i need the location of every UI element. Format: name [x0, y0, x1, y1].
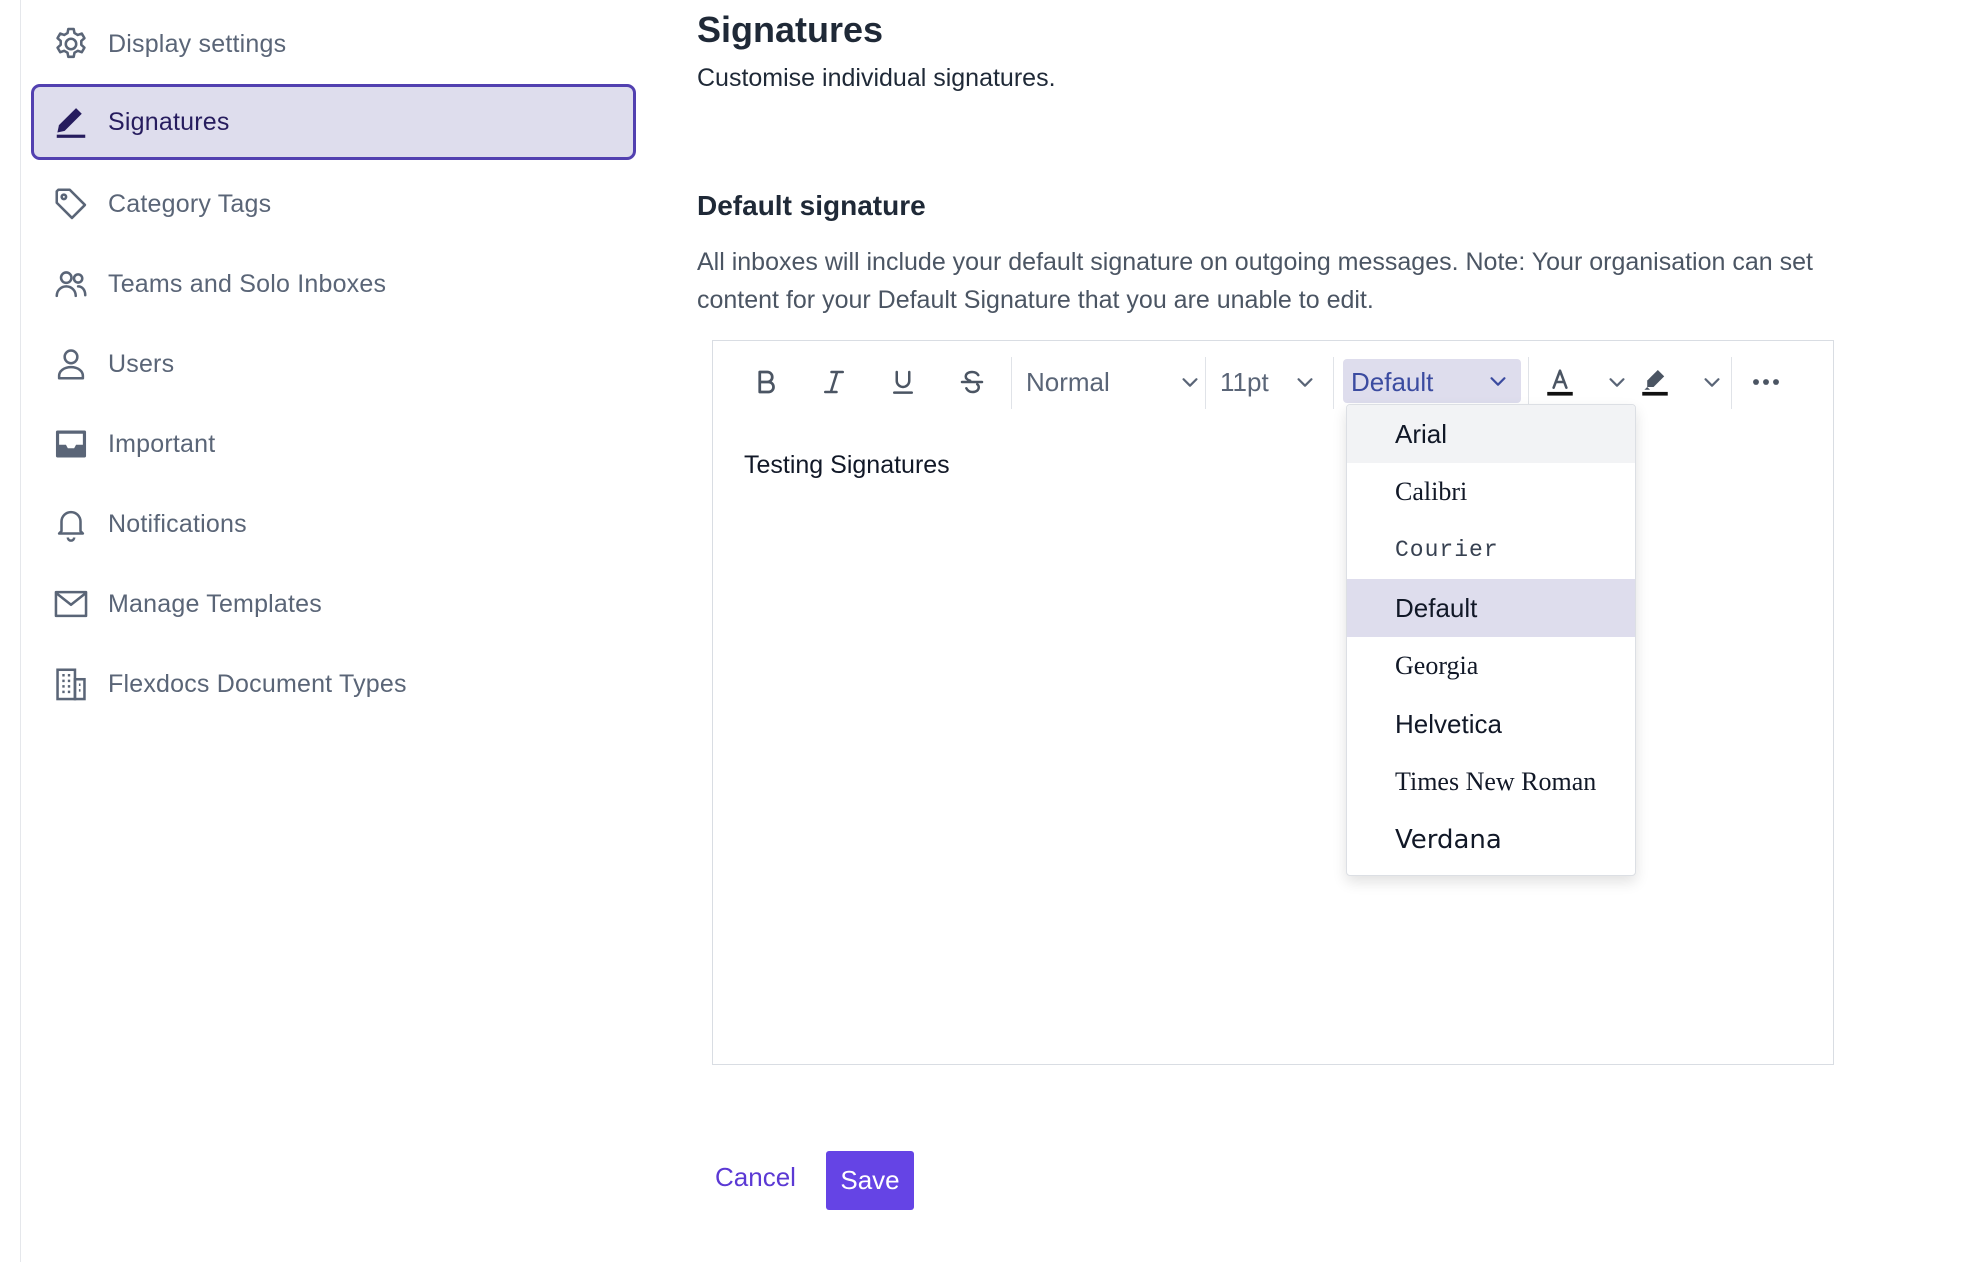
toolbar-separator: [1205, 357, 1206, 409]
font-family-dropdown: Arial Calibri Courier Default Georgia He…: [1346, 404, 1636, 876]
sidebar-item-label: Manage Templates: [108, 589, 322, 618]
save-button[interactable]: Save: [826, 1151, 914, 1210]
sidebar-item-important[interactable]: Important: [31, 406, 636, 482]
font-size-select[interactable]: 11pt: [1220, 361, 1316, 403]
sidebar-item-display-settings[interactable]: Display settings: [31, 6, 636, 82]
text-color-icon: [1547, 369, 1573, 396]
sidebar-item-label: Category Tags: [108, 189, 272, 218]
bold-button[interactable]: [747, 361, 785, 403]
font-option-arial[interactable]: Arial: [1347, 405, 1635, 463]
text-color-button[interactable]: [1543, 361, 1628, 403]
sidebar-item-signatures[interactable]: Signatures: [31, 84, 636, 160]
font-option-courier[interactable]: Courier: [1347, 521, 1635, 579]
sidebar-item-label: Notifications: [108, 509, 247, 538]
signature-content[interactable]: Testing Signatures: [744, 451, 950, 480]
underline-button[interactable]: [884, 361, 922, 403]
toolbar-separator: [1011, 357, 1012, 409]
sidebar-item-notifications[interactable]: Notifications: [31, 486, 636, 562]
italic-icon: [824, 370, 844, 394]
gear-icon: [51, 24, 91, 64]
font-size-value: 11pt: [1220, 366, 1269, 397]
user-icon: [51, 344, 91, 384]
paragraph-style-select[interactable]: Normal: [1026, 361, 1201, 403]
section-title: Default signature: [697, 190, 926, 221]
font-option-times-new-roman[interactable]: Times New Roman: [1347, 753, 1635, 811]
chevron-down-icon: [1609, 378, 1625, 387]
font-family-select[interactable]: Default: [1343, 359, 1521, 403]
sidebar-item-label: Teams and Solo Inboxes: [108, 269, 387, 298]
font-family-value: Default: [1351, 367, 1434, 397]
font-option-georgia[interactable]: Georgia: [1347, 637, 1635, 695]
font-option-helvetica[interactable]: Helvetica: [1347, 695, 1635, 753]
chevron-down-icon: [1704, 378, 1720, 387]
highlighter-icon: [1642, 369, 1668, 396]
chevron-down-icon: [1297, 378, 1313, 387]
font-option-default[interactable]: Default: [1347, 579, 1635, 637]
font-option-verdana[interactable]: Verdana: [1347, 811, 1635, 869]
toolbar-separator: [1333, 357, 1334, 409]
sidebar-item-manage-templates[interactable]: Manage Templates: [31, 566, 636, 642]
sidebar-item-label: Important: [108, 429, 216, 458]
italic-button[interactable]: [815, 361, 853, 403]
tag-icon: [51, 184, 91, 224]
chevron-down-icon: [1490, 377, 1506, 386]
sidebar-item-label: Signatures: [108, 107, 230, 136]
inbox-icon: [51, 424, 91, 464]
more-icon: [1753, 379, 1779, 385]
sidebar-item-category-tags[interactable]: Category Tags: [31, 166, 636, 242]
sidebar-item-flexdocs-document-types[interactable]: Flexdocs Document Types: [31, 646, 636, 722]
toolbar-separator: [1731, 357, 1732, 409]
highlight-color-button[interactable]: [1638, 361, 1723, 403]
font-option-calibri[interactable]: Calibri: [1347, 463, 1635, 521]
more-options-button[interactable]: [1746, 361, 1786, 403]
cancel-button[interactable]: Cancel: [715, 1162, 796, 1193]
users-icon: [51, 264, 91, 304]
sidebar-item-teams-and-solo-inboxes[interactable]: Teams and Solo Inboxes: [31, 246, 636, 322]
bell-icon: [51, 504, 91, 544]
paragraph-style-value: Normal: [1026, 366, 1110, 397]
pen-icon: [51, 102, 91, 142]
chevron-down-icon: [1182, 378, 1198, 387]
underline-icon: [893, 370, 913, 394]
section-description: All inboxes will include your default si…: [697, 248, 1813, 314]
sidebar-item-label: Flexdocs Document Types: [108, 669, 407, 698]
building-icon: [51, 664, 91, 704]
bold-icon: [758, 370, 775, 394]
sidebar-item-label: Users: [108, 349, 175, 378]
strikethrough-button[interactable]: [953, 361, 991, 403]
sidebar-item-users[interactable]: Users: [31, 326, 636, 402]
signature-editor: Normal 11pt Default Testing Signatures: [712, 340, 1834, 1065]
editor-toolbar: Normal 11pt Default: [713, 341, 1833, 421]
envelope-icon: [51, 584, 91, 624]
sidebar-divider: [20, 0, 21, 1262]
page-title: Signatures: [697, 9, 884, 50]
toolbar-separator: [1528, 357, 1529, 409]
strikethrough-icon: [960, 370, 984, 394]
page-subtitle: Customise individual signatures.: [697, 64, 1056, 92]
sidebar-item-label: Display settings: [108, 29, 287, 58]
